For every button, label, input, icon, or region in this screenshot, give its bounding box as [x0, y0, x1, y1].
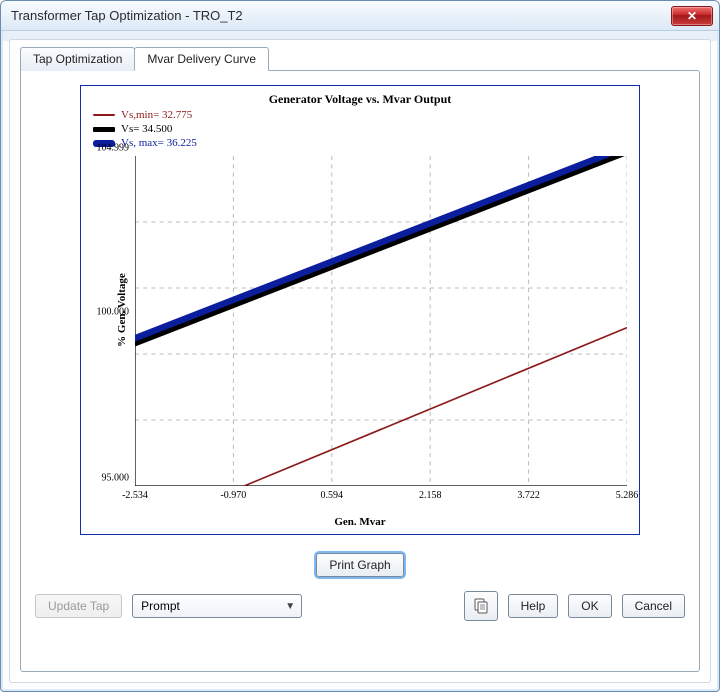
y-ticks: 95.000 100.000 104.999 [81, 156, 133, 486]
tabstrip: Tap Optimization Mvar Delivery Curve [20, 46, 700, 70]
x-ticks: -2.534 -0.970 0.594 2.158 3.722 5.286 [135, 490, 627, 504]
legend-swatch-icon [93, 114, 115, 116]
chart-actions: Print Graph [35, 553, 685, 577]
dialog-button-bar: Update Tap Prompt ▼ Help OK [35, 591, 685, 621]
plot-area [135, 156, 627, 486]
cancel-button[interactable]: Cancel [622, 594, 685, 618]
chevron-down-icon: ▼ [285, 601, 295, 612]
y-tick-label: 104.999 [97, 143, 130, 154]
documents-icon [472, 597, 490, 615]
series-vsmin [244, 328, 627, 486]
close-button[interactable]: ✕ [671, 6, 713, 26]
x-axis-label: Gen. Mvar [81, 516, 639, 528]
chart-container: Generator Voltage vs. Mvar Output Vs,min… [80, 85, 640, 535]
close-icon: ✕ [687, 9, 697, 23]
x-tick-label: 3.722 [517, 490, 540, 501]
series-vs [135, 156, 627, 344]
mode-combobox[interactable]: Prompt ▼ [132, 594, 302, 618]
tab-tap-optimization[interactable]: Tap Optimization [20, 47, 135, 71]
print-graph-button[interactable]: Print Graph [316, 553, 403, 577]
y-tick-label: 100.000 [97, 306, 130, 317]
x-tick-label: 2.158 [419, 490, 442, 501]
window-title: Transformer Tap Optimization - TRO_T2 [11, 8, 243, 23]
legend-label: Vs,min= 32.775 [121, 108, 192, 122]
legend-swatch-icon [93, 127, 115, 132]
x-tick-label: 5.286 [616, 490, 639, 501]
legend-item-vsmin: Vs,min= 32.775 [93, 108, 197, 122]
chart-title: Generator Voltage vs. Mvar Output [89, 92, 631, 107]
update-tap-button[interactable]: Update Tap [35, 594, 122, 618]
legend-item-vs: Vs= 34.500 [93, 122, 197, 136]
x-tick-label: -0.970 [220, 490, 246, 501]
x-tick-label: -2.534 [122, 490, 148, 501]
dialog-window: Transformer Tap Optimization - TRO_T2 ✕ … [0, 0, 720, 692]
legend-label: Vs= 34.500 [121, 122, 172, 136]
x-tick-label: 0.594 [321, 490, 344, 501]
combobox-value: Prompt [141, 599, 180, 613]
tab-mvar-delivery-curve[interactable]: Mvar Delivery Curve [134, 47, 269, 71]
ok-button[interactable]: OK [568, 594, 611, 618]
y-tick-label: 95.000 [102, 473, 130, 484]
copy-settings-button[interactable] [464, 591, 498, 621]
help-button[interactable]: Help [508, 594, 559, 618]
tab-content: Generator Voltage vs. Mvar Output Vs,min… [20, 70, 700, 672]
chart-svg [135, 156, 627, 486]
titlebar: Transformer Tap Optimization - TRO_T2 ✕ [1, 1, 719, 31]
legend-label: Vs, max= 36.225 [121, 136, 197, 150]
client-area: Tap Optimization Mvar Delivery Curve Gen… [9, 39, 711, 683]
